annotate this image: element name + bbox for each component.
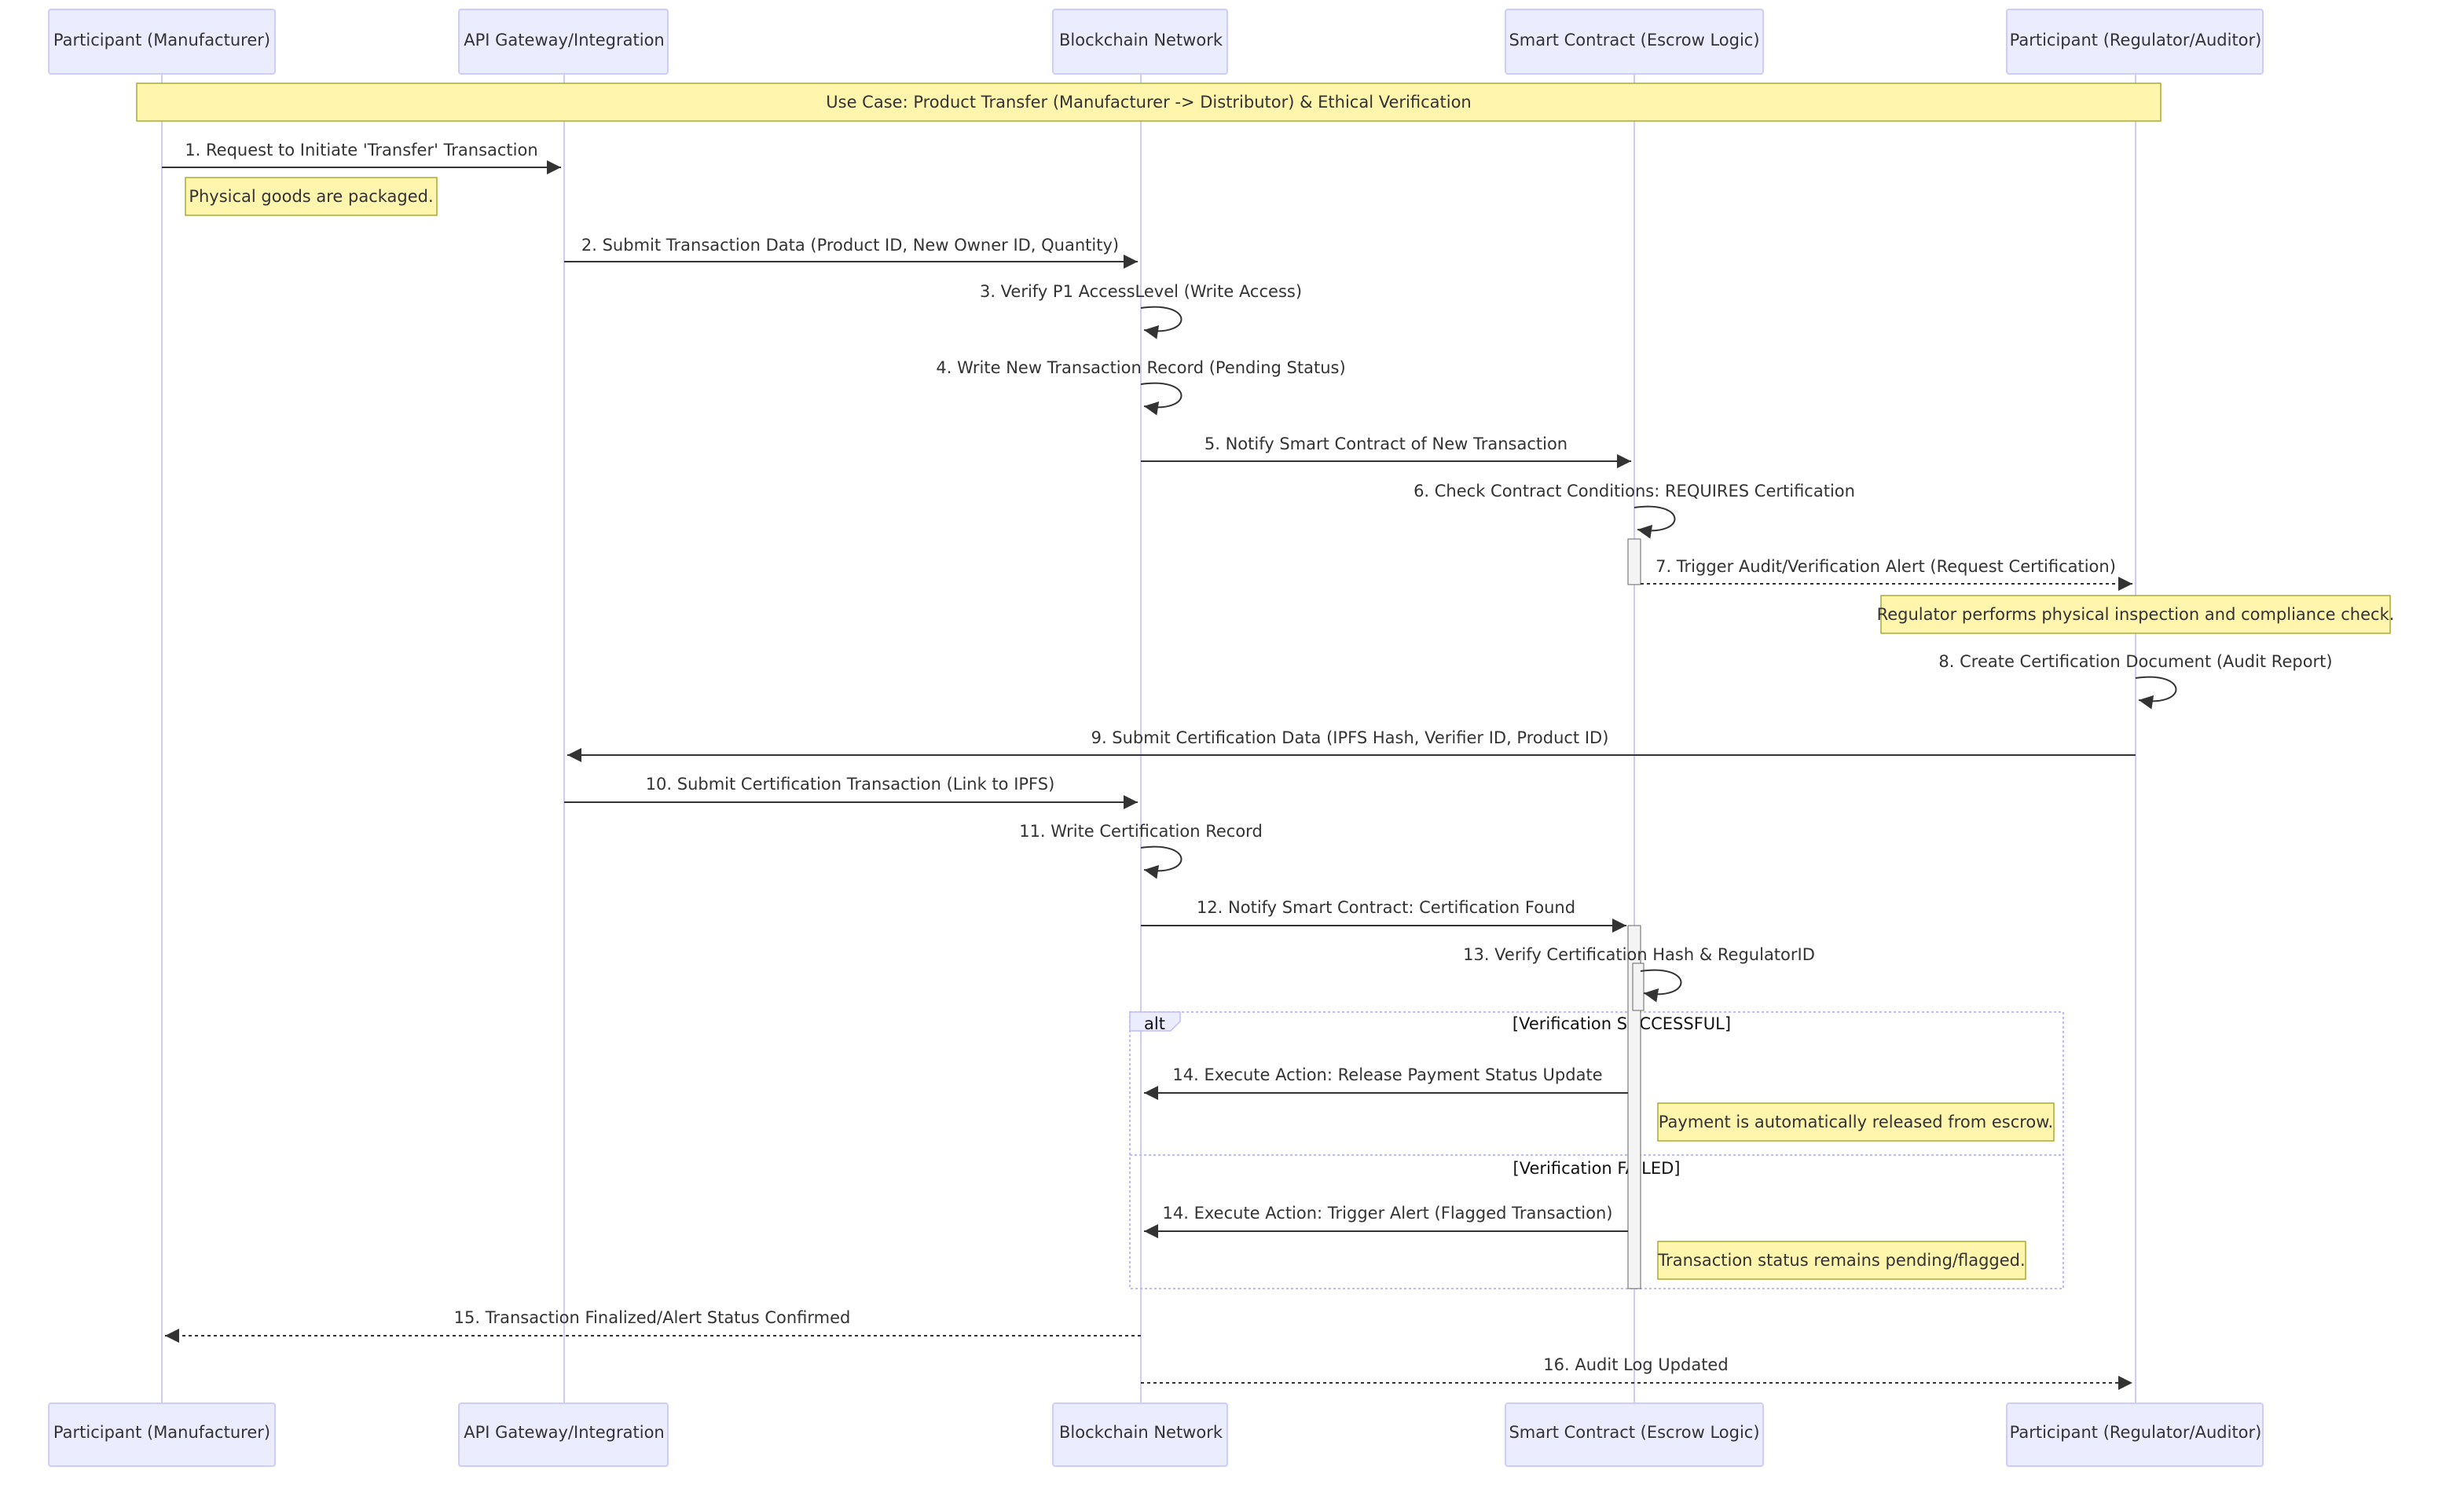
message-14-failed: 14. Execute Action: Trigger Alert (Flagg… [1144, 1204, 1628, 1238]
actor-manufacturer: Participant (Manufacturer) [48, 9, 276, 75]
svg-text:9. Submit Certification Data (: 9. Submit Certification Data (IPFS Hash,… [1091, 728, 1609, 747]
svg-text:2. Submit Transaction Data (Pr: 2. Submit Transaction Data (Product ID, … [581, 236, 1119, 255]
message-12: 12. Notify Smart Contract: Certification… [1141, 898, 1626, 933]
actors-top: Participant (Manufacturer) API Gateway/I… [48, 9, 2264, 75]
message-5: 5. Notify Smart Contract of New Transact… [1141, 434, 1631, 468]
notes: Use Case: Product Transfer (Manufacturer… [136, 82, 2395, 1280]
alt-keyword: alt [1144, 1014, 1165, 1033]
message-9: 9. Submit Certification Data (IPFS Hash,… [567, 728, 2136, 762]
note-payment-released: Payment is automatically released from e… [1657, 1102, 2055, 1142]
actor-contract: Smart Contract (Escrow Logic) [1505, 9, 1764, 75]
svg-text:14. Execute Action: Release Pa: 14. Execute Action: Release Payment Stat… [1172, 1065, 1602, 1084]
message-1: 1. Request to Initiate 'Transfer' Transa… [162, 141, 561, 174]
actor-blockchain-bottom: Blockchain Network [1052, 1402, 1228, 1467]
actor-label: Smart Contract (Escrow Logic) [1509, 31, 1759, 50]
actor-regulator: Participant (Regulator/Auditor) [2006, 9, 2264, 75]
svg-text:10. Submit Certification Trans: 10. Submit Certification Transaction (Li… [646, 775, 1055, 794]
activation-bar [1627, 538, 1641, 585]
actor-label: Participant (Regulator/Auditor) [2010, 31, 2262, 50]
svg-text:7. Trigger Audit/Verification: 7. Trigger Audit/Verification Alert (Req… [1656, 557, 2116, 576]
actor-label: Participant (Manufacturer) [53, 1423, 270, 1442]
svg-text:4. Write New Transaction Recor: 4. Write New Transaction Record (Pending… [936, 358, 1345, 377]
actor-label: API Gateway/Integration [464, 31, 664, 50]
actor-label: Participant (Manufacturer) [53, 31, 270, 50]
sequence-diagram: alt [Verification SUCCESSFUL] [Verificat… [48, 9, 2395, 1467]
svg-text:Regulator performs physical in: Regulator performs physical inspection a… [1877, 605, 2395, 624]
svg-text:15. Transaction Finalized/Aler: 15. Transaction Finalized/Alert Status C… [454, 1308, 851, 1327]
svg-text:14. Execute Action: Trigger Al: 14. Execute Action: Trigger Alert (Flagg… [1163, 1204, 1613, 1223]
actor-label: Participant (Regulator/Auditor) [2010, 1423, 2262, 1442]
messages: 1. Request to Initiate 'Transfer' Transa… [162, 141, 2333, 1390]
svg-text:1. Request to Initiate 'Transf: 1. Request to Initiate 'Transfer' Transa… [185, 141, 537, 160]
actor-label: Blockchain Network [1059, 31, 1223, 50]
svg-text:12. Notify Smart Contract: Cer: 12. Notify Smart Contract: Certification… [1197, 898, 1575, 917]
svg-text:Transaction status remains pen: Transaction status remains pending/flagg… [1657, 1251, 2025, 1270]
svg-text:8. Create Certification Docume: 8. Create Certification Document (Audit … [1938, 652, 2332, 671]
actor-regulator-bottom: Participant (Regulator/Auditor) [2006, 1402, 2264, 1467]
svg-text:11. Write Certification Record: 11. Write Certification Record [1019, 822, 1263, 841]
svg-text:16. Audit Log Updated: 16. Audit Log Updated [1543, 1355, 1728, 1374]
actor-label: Blockchain Network [1059, 1423, 1223, 1442]
note-regulator-inspection: Regulator performs physical inspection a… [1877, 595, 2395, 634]
svg-text:Physical goods are packaged.: Physical goods are packaged. [189, 187, 433, 206]
actor-blockchain: Blockchain Network [1052, 9, 1228, 75]
actor-label: API Gateway/Integration [464, 1423, 664, 1442]
actors-bottom: Participant (Manufacturer) API Gateway/I… [48, 1402, 2264, 1467]
message-16: 16. Audit Log Updated [1141, 1355, 2132, 1390]
message-7: 7. Trigger Audit/Verification Alert (Req… [1641, 557, 2132, 591]
svg-text:13. Verify Certification Hash: 13. Verify Certification Hash & Regulato… [1463, 945, 1815, 964]
actor-contract-bottom: Smart Contract (Escrow Logic) [1505, 1402, 1764, 1467]
message-10: 10. Submit Certification Transaction (Li… [564, 775, 1138, 809]
svg-text:3. Verify P1 AccessLevel (Writ: 3. Verify P1 AccessLevel (Write Access) [980, 282, 1302, 301]
message-2: 2. Submit Transaction Data (Product ID, … [564, 236, 1138, 269]
actor-gateway-bottom: API Gateway/Integration [458, 1402, 669, 1467]
note-status-pending: Transaction status remains pending/flagg… [1657, 1241, 2026, 1280]
actor-manufacturer-bottom: Participant (Manufacturer) [48, 1402, 276, 1467]
message-15: 15. Transaction Finalized/Alert Status C… [165, 1308, 1141, 1343]
alt-condition-success: [Verification SUCCESSFUL] [1512, 1014, 1731, 1033]
svg-text:5. Notify Smart Contract of Ne: 5. Notify Smart Contract of New Transact… [1204, 434, 1568, 453]
note-use-case: Use Case: Product Transfer (Manufacturer… [136, 82, 2162, 122]
actor-label: Smart Contract (Escrow Logic) [1509, 1423, 1759, 1442]
svg-text:Payment is automatically relea: Payment is automatically released from e… [1659, 1113, 2053, 1131]
actor-gateway: API Gateway/Integration [458, 9, 669, 75]
message-14-success: 14. Execute Action: Release Payment Stat… [1144, 1065, 1628, 1100]
note-goods-packaged: Physical goods are packaged. [185, 177, 438, 216]
alt-condition-failed: [Verification FAILED] [1513, 1159, 1681, 1178]
svg-text:6. Check Contract Conditions:: 6. Check Contract Conditions: REQUIRES C… [1414, 482, 1855, 500]
svg-text:Use Case: Product Transfer (Ma: Use Case: Product Transfer (Manufacturer… [826, 93, 1471, 112]
